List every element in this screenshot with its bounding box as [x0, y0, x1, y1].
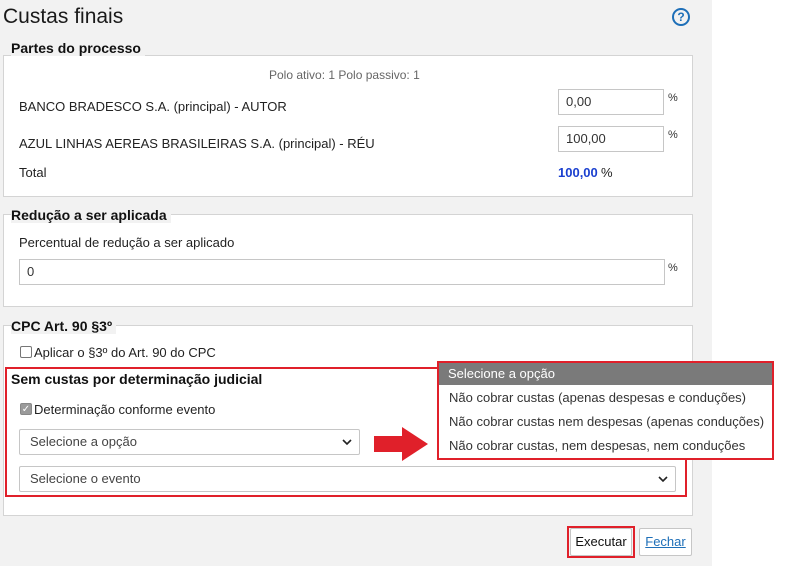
help-icon[interactable]: ?	[672, 8, 690, 26]
dropdown-option[interactable]: Não cobrar custas nem despesas (apenas c…	[449, 414, 764, 429]
event-select-value: Selecione o evento	[30, 471, 141, 486]
determinacao-checkbox-label: Determinação conforme evento	[34, 402, 216, 417]
reducao-label: Percentual de redução a ser aplicado	[19, 235, 235, 250]
option-select-value: Selecione a opção	[30, 434, 137, 449]
chevron-down-icon	[342, 439, 352, 446]
cpc-checkbox-label: Aplicar o §3º do Art. 90 do CPC	[34, 345, 216, 360]
arrow-right-icon	[374, 427, 428, 461]
total-value: 100,00	[558, 165, 598, 180]
total-unit: %	[601, 165, 613, 180]
percent-unit: %	[668, 262, 678, 274]
chevron-down-icon	[658, 476, 668, 483]
cpc-checkbox[interactable]	[20, 346, 32, 358]
party-percentage-input[interactable]: 100,00	[558, 126, 664, 152]
reducao-percentage-input[interactable]: 0	[19, 259, 665, 285]
dropdown-option[interactable]: Não cobrar custas (apenas despesas e con…	[449, 390, 746, 405]
determinacao-checkbox[interactable]: ✓	[20, 403, 32, 415]
percent-unit: %	[668, 92, 678, 104]
percent-unit: %	[668, 129, 678, 141]
option-select[interactable]: Selecione a opção	[19, 429, 360, 455]
dropdown-option[interactable]: Não cobrar custas, nem despesas, nem con…	[449, 438, 745, 453]
party-name: AZUL LINHAS AEREAS BRASILEIRAS S.A. (pri…	[19, 136, 375, 151]
party-name: BANCO BRADESCO S.A. (principal) - AUTOR	[19, 99, 287, 114]
party-percentage-input[interactable]: 0,00	[558, 89, 664, 115]
total-label: Total	[19, 165, 47, 180]
partes-legend: Partes do processo	[11, 40, 145, 56]
cpc-legend: CPC Art. 90 §3º	[11, 318, 117, 334]
fechar-button[interactable]: Fechar	[639, 528, 692, 556]
polo-summary: Polo ativo: 1 Polo passivo: 1	[269, 68, 420, 82]
dropdown-option[interactable]: Selecione a opção	[439, 363, 772, 385]
event-select[interactable]: Selecione o evento	[19, 466, 676, 492]
option-dropdown-list: Selecione a opção Não cobrar custas (ape…	[437, 361, 774, 460]
sem-custas-legend: Sem custas por determinação judicial	[11, 371, 267, 387]
page-title: Custas finais	[3, 5, 124, 28]
reducao-legend: Redução a ser aplicada	[11, 207, 171, 223]
executar-button[interactable]: Executar	[570, 528, 632, 556]
